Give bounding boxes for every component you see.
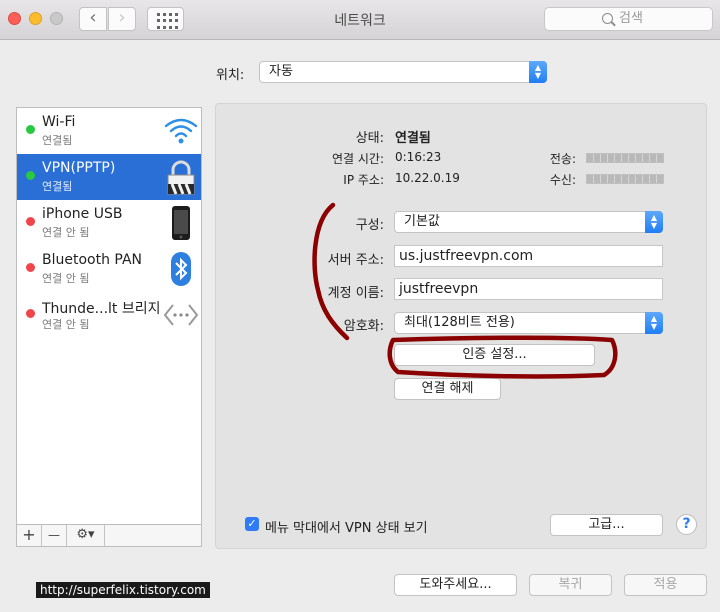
account-name-label: 계정 이름:	[327, 286, 384, 301]
service-item-iphone-usb[interactable]: iPhone USB 연결 안 됨	[17, 200, 201, 246]
service-status: 연결 안 됨	[42, 226, 90, 239]
show-vpn-status-label: 메뉴 막대에서 VPN 상태 보기	[265, 521, 428, 536]
received-meter	[586, 174, 664, 184]
location-label: 위치:	[216, 68, 245, 83]
iphone-icon	[172, 206, 190, 240]
service-item-bluetooth-pan[interactable]: Bluetooth PAN 연결 안 됨	[17, 246, 201, 292]
service-name: Wi-Fi	[42, 114, 76, 130]
bluetooth-icon	[171, 252, 191, 286]
wifi-icon	[164, 118, 198, 144]
service-status: 연결됨	[42, 134, 73, 147]
received-label: 수신:	[549, 173, 576, 187]
status-dot	[26, 263, 35, 272]
status-dot	[26, 125, 35, 134]
revert-button[interactable]: 복귀	[529, 574, 612, 596]
thunderbolt-bridge-icon	[163, 304, 199, 326]
encryption-popup[interactable]: 최대(128비트 전용) ▲ ▼	[394, 312, 663, 334]
configuration-label: 구성:	[355, 218, 384, 233]
service-item-thunderbolt-bridge[interactable]: Thunde...lt 브리지 연결 안 됨	[17, 292, 201, 338]
service-status: 연결 안 됨	[42, 272, 90, 285]
ip-address-label: IP 주소:	[343, 173, 384, 187]
service-item-wifi[interactable]: Wi-Fi 연결됨	[17, 108, 201, 154]
search-icon	[602, 13, 613, 24]
lock-icon	[167, 160, 195, 195]
service-item-vpn[interactable]: VPN(PPTP) 연결됨	[17, 154, 201, 200]
location-popup[interactable]: 자동 ▲ ▼	[259, 61, 547, 83]
location-value: 자동	[269, 64, 293, 79]
service-name: iPhone USB	[42, 206, 123, 222]
assist-me-button[interactable]: 도와주세요...	[394, 574, 517, 596]
account-name-field[interactable]: justfreevpn	[394, 278, 663, 300]
encryption-label: 암호화:	[343, 319, 384, 334]
service-list-toolbar: + — ⚙︎▾	[16, 525, 202, 547]
title-bar: ‹ › 네트워크 검색	[0, 0, 720, 40]
authentication-settings-button[interactable]: 인증 설정...	[394, 344, 595, 366]
service-status: 연결됨	[42, 180, 73, 193]
status-dot	[26, 171, 35, 180]
apply-button[interactable]: 적용	[624, 574, 707, 596]
status-value: 연결됨	[395, 131, 431, 146]
advanced-button[interactable]: 고급...	[550, 514, 663, 536]
service-name: Thunde...lt 브리지	[42, 301, 161, 317]
service-name: Bluetooth PAN	[42, 252, 143, 268]
status-dot	[26, 217, 35, 226]
help-button[interactable]: ?	[676, 514, 697, 535]
status-label: 상태:	[355, 131, 384, 146]
remove-service-button[interactable]: —	[42, 525, 67, 546]
watermark-text: http://superfelix.tistory.com	[36, 582, 210, 598]
encryption-value: 최대(128비트 전용)	[404, 315, 515, 330]
popup-arrows-icon: ▲ ▼	[529, 61, 547, 83]
search-placeholder: 검색	[619, 11, 643, 26]
show-vpn-status-checkbox[interactable]: ✓	[245, 517, 259, 531]
add-service-button[interactable]: +	[17, 525, 42, 546]
checkmark-icon: ✓	[247, 517, 257, 530]
server-address-label: 서버 주소:	[327, 253, 384, 268]
sent-label: 전송:	[549, 152, 576, 166]
search-input[interactable]: 검색	[544, 7, 713, 31]
service-name: VPN(PPTP)	[42, 160, 116, 176]
service-list[interactable]: Wi-Fi 연결됨 VPN(PPTP) 연결됨 iPhone USB 연결 안 …	[16, 107, 202, 525]
status-dot	[26, 309, 35, 318]
action-menu-button[interactable]: ⚙︎▾	[67, 525, 105, 546]
gear-icon: ⚙︎▾	[76, 527, 95, 542]
configuration-popup[interactable]: 기본값 ▲ ▼	[394, 211, 663, 233]
service-status: 연결 안 됨	[42, 318, 90, 331]
sent-meter	[586, 153, 664, 163]
server-address-field[interactable]: us.justfreevpn.com	[394, 245, 663, 267]
popup-arrows-icon: ▲ ▼	[645, 312, 663, 334]
connect-time-label: 연결 시간:	[331, 152, 384, 166]
popup-arrows-icon: ▲ ▼	[645, 211, 663, 233]
configuration-value: 기본값	[404, 214, 440, 229]
ip-address-value: 10.22.0.19	[395, 171, 460, 185]
connect-time-value: 0:16:23	[395, 150, 442, 164]
disconnect-button[interactable]: 연결 해제	[394, 378, 501, 400]
